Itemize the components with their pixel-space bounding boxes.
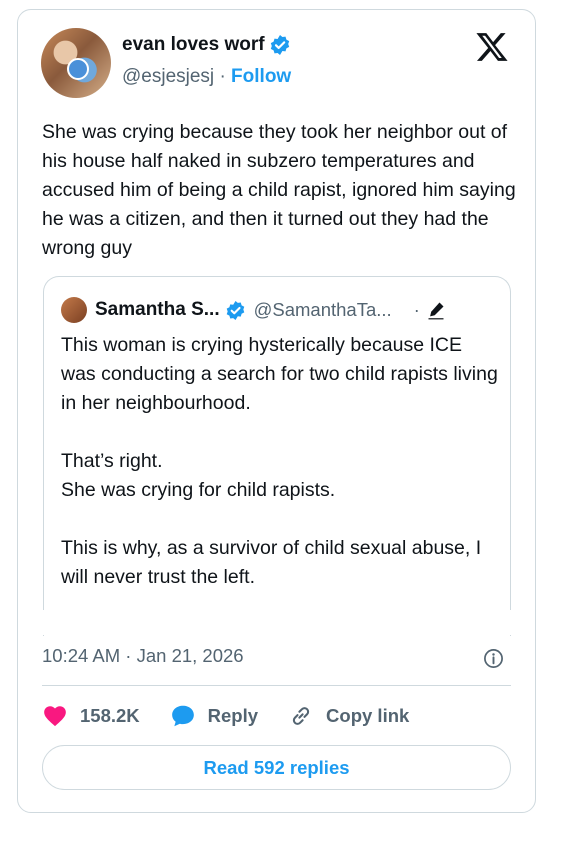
- tweet-timestamp[interactable]: 10:24 AM · Jan 21, 2026: [42, 645, 244, 667]
- read-replies-button[interactable]: Read 592 replies: [42, 745, 511, 790]
- quoted-tweet-header: Samantha S... @SamanthaTa... ·: [61, 296, 496, 324]
- link-icon: [292, 707, 310, 725]
- avatar-detail: [67, 58, 89, 80]
- reply-bubble-icon: [171, 705, 194, 727]
- handle-separator: ·: [219, 66, 226, 87]
- like-button[interactable]: 158.2K: [42, 703, 140, 729]
- follow-button[interactable]: Follow: [231, 66, 291, 87]
- author-avatar[interactable]: [41, 28, 111, 98]
- quoted-paragraph: This woman is crying hysterically becaus…: [61, 334, 498, 414]
- quoted-tweet-text: This woman is crying hysterically becaus…: [61, 331, 501, 621]
- quoted-paragraph: That’s right. She was crying for child r…: [61, 450, 336, 501]
- grok-icon[interactable]: [426, 300, 446, 320]
- tweet-text: She was crying because they took her nei…: [42, 121, 516, 259]
- copy-link-label: Copy link: [326, 705, 410, 726]
- tweet-header: evan loves worf @esjesjesj · Follow: [41, 26, 515, 98]
- quoted-author-avatar[interactable]: [61, 297, 87, 323]
- verified-badge-icon: [270, 35, 289, 55]
- heart-icon: [44, 706, 66, 727]
- quote-truncation-gap: [18, 610, 535, 635]
- tweet-actions: 158.2K Reply Copy link: [42, 700, 439, 732]
- author-handle[interactable]: @esjesjesj: [122, 66, 214, 87]
- x-logo-icon[interactable]: [475, 30, 509, 64]
- quoted-separator: ·: [413, 299, 420, 320]
- quoted-author-name[interactable]: Samantha S...: [95, 299, 220, 321]
- quoted-author-handle[interactable]: @SamanthaTa...: [254, 299, 392, 321]
- copy-link-button[interactable]: Copy link: [288, 703, 409, 729]
- author-handle-row: @esjesjesj · Follow: [122, 66, 291, 88]
- reply-label: Reply: [207, 705, 259, 726]
- info-icon[interactable]: [483, 648, 504, 669]
- quoted-tweet[interactable]: Samantha S... @SamanthaTa... · This woma…: [43, 276, 511, 636]
- quoted-paragraph: This is why, as a survivor of child sexu…: [61, 537, 482, 588]
- author-name[interactable]: evan loves worf: [122, 34, 265, 56]
- verified-badge-icon: [226, 300, 244, 320]
- divider: [42, 685, 511, 686]
- like-count: 158.2K: [80, 705, 140, 726]
- author-name-row: evan loves worf: [122, 34, 291, 56]
- embedded-tweet-card: evan loves worf @esjesjesj · Follow She …: [17, 9, 536, 813]
- reply-button[interactable]: Reply: [170, 703, 258, 729]
